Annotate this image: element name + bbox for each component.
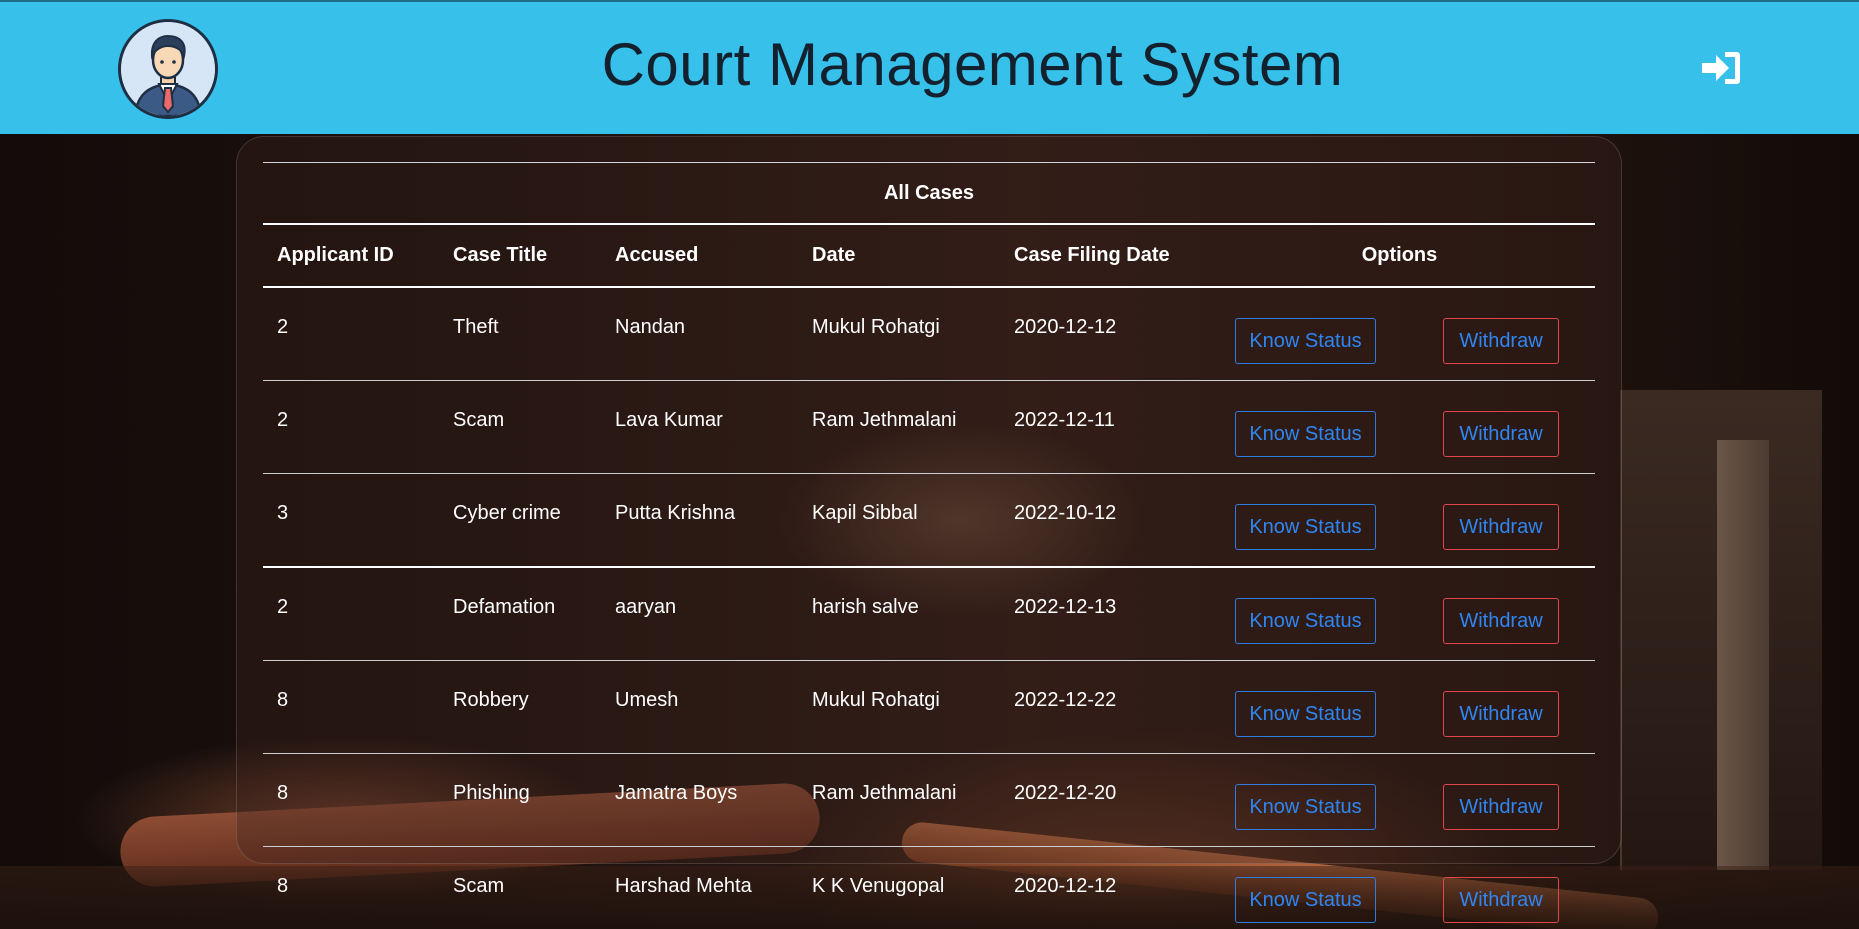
withdraw-button[interactable]: Withdraw <box>1443 691 1559 737</box>
withdraw-button[interactable]: Withdraw <box>1443 598 1559 644</box>
table-header-row: Applicant ID Case Title Accused Date Cas… <box>263 224 1595 288</box>
cell-date: Mukul Rohatgi <box>798 660 1000 754</box>
cell-withdraw: Withdraw <box>1407 753 1595 847</box>
cell-filing-date: 2020-12-12 <box>1000 287 1204 381</box>
column-header-case-title: Case Title <box>439 224 601 288</box>
cell-accused: Harshad Mehta <box>615 874 752 897</box>
cell-case-title: Scam <box>453 874 505 897</box>
column-header-date: Date <box>798 224 1000 288</box>
cell-withdraw: Withdraw <box>1407 567 1595 661</box>
cell-applicant-id: 8 <box>263 753 439 847</box>
cell-applicant-id: 3 <box>263 473 439 568</box>
table-row: 2 Theft Nandan Mukul Rohatgi 2020-12-12 … <box>263 287 1595 381</box>
know-status-button[interactable]: Know Status <box>1235 784 1376 830</box>
cell-date: Mukul Rohatgi <box>798 287 1000 381</box>
table-row: 8 Robbery Umesh Mukul Rohatgi 2022-12-22… <box>263 660 1595 754</box>
table-row: 8 Scam Harshad Mehta K K Venugopal 2020-… <box>263 847 1595 929</box>
cell-know-status: Know Status <box>1204 473 1407 568</box>
withdraw-button[interactable]: Withdraw <box>1443 784 1559 830</box>
cell-know-status: Know Status <box>1204 287 1407 381</box>
know-status-button[interactable]: Know Status <box>1235 877 1376 923</box>
column-header-accused: Accused <box>601 224 798 288</box>
background-books <box>1620 390 1822 870</box>
know-status-button[interactable]: Know Status <box>1235 691 1376 737</box>
cell-applicant-id: 2 <box>263 287 439 381</box>
cases-card: All Cases Applicant ID Case Title Accuse… <box>236 136 1622 923</box>
know-status-button[interactable]: Know Status <box>1235 504 1376 550</box>
app-header: Court Management System <box>0 0 1859 134</box>
column-header-options: Options <box>1204 224 1595 288</box>
cell-withdraw: Withdraw <box>1407 287 1595 381</box>
withdraw-button[interactable]: Withdraw <box>1443 504 1559 550</box>
know-status-button[interactable]: Know Status <box>1235 318 1376 364</box>
table-row: 3 Cyber crime Putta Krishna Kapil Sibbal… <box>263 473 1595 568</box>
cell-filing-date: 2020-12-12 <box>1014 874 1117 897</box>
cell-applicant-id: 8 <box>263 660 439 754</box>
cases-table: All Cases Applicant ID Case Title Accuse… <box>263 162 1595 929</box>
table-caption-row: All Cases <box>263 162 1595 225</box>
cell-know-status: Know Status <box>1204 660 1407 754</box>
table-row: 8 Phishing Jamatra Boys Ram Jethmalani 2… <box>263 753 1595 847</box>
cell-accused: aaryan <box>601 567 798 661</box>
cell-know-status: Know Status <box>1204 847 1407 929</box>
cell-applicant-id: 8 <box>277 874 289 897</box>
cell-date: harish salve <box>798 567 1000 661</box>
cell-case-title: Defamation <box>439 567 601 661</box>
cell-know-status: Know Status <box>1204 753 1407 847</box>
cell-accused: Lava Kumar <box>601 380 798 474</box>
sign-in-icon[interactable] <box>1702 50 1742 86</box>
cell-case-title: Theft <box>439 287 601 381</box>
cell-case-title: Cyber crime <box>439 473 601 568</box>
cell-accused: Umesh <box>601 660 798 754</box>
cell-date: K K Venugopal <box>812 874 945 897</box>
cell-withdraw: Withdraw <box>1407 847 1595 929</box>
cell-accused: Nandan <box>601 287 798 381</box>
cell-filing-date: 2022-12-22 <box>1000 660 1204 754</box>
cell-withdraw: Withdraw <box>1407 660 1595 754</box>
cell-case-title: Scam <box>439 380 601 474</box>
cell-know-status: Know Status <box>1204 567 1407 661</box>
table-row: 2 Defamation aaryan harish salve 2022-12… <box>263 567 1595 661</box>
cell-date: Ram Jethmalani <box>798 753 1000 847</box>
cell-date: Kapil Sibbal <box>798 473 1000 568</box>
table-caption: All Cases <box>263 162 1595 225</box>
cell-accused: Putta Krishna <box>601 473 798 568</box>
cell-withdraw: Withdraw <box>1407 380 1595 474</box>
cell-filing-date: 2022-12-11 <box>1000 380 1204 474</box>
cell-date: Ram Jethmalani <box>798 380 1000 474</box>
cell-withdraw: Withdraw <box>1407 473 1595 568</box>
know-status-button[interactable]: Know Status <box>1235 411 1376 457</box>
cell-case-title: Phishing <box>439 753 601 847</box>
withdraw-button[interactable]: Withdraw <box>1443 877 1559 923</box>
cell-applicant-id: 2 <box>263 380 439 474</box>
column-header-case-filing-date: Case Filing Date <box>1000 224 1204 288</box>
cell-filing-date: 2022-10-12 <box>1000 473 1204 568</box>
table-row: 2 Scam Lava Kumar Ram Jethmalani 2022-12… <box>263 380 1595 474</box>
cell-filing-date: 2022-12-20 <box>1000 753 1204 847</box>
page-title: Court Management System <box>601 31 1344 98</box>
withdraw-button[interactable]: Withdraw <box>1443 318 1559 364</box>
sign-in-glyph <box>1702 52 1740 84</box>
column-header-applicant-id: Applicant ID <box>263 224 439 288</box>
cell-applicant-id: 2 <box>263 567 439 661</box>
cell-case-title: Robbery <box>439 660 601 754</box>
cell-filing-date: 2022-12-13 <box>1000 567 1204 661</box>
know-status-button[interactable]: Know Status <box>1235 598 1376 644</box>
cell-accused: Jamatra Boys <box>601 753 798 847</box>
withdraw-button[interactable]: Withdraw <box>1443 411 1559 457</box>
cell-know-status: Know Status <box>1204 380 1407 474</box>
